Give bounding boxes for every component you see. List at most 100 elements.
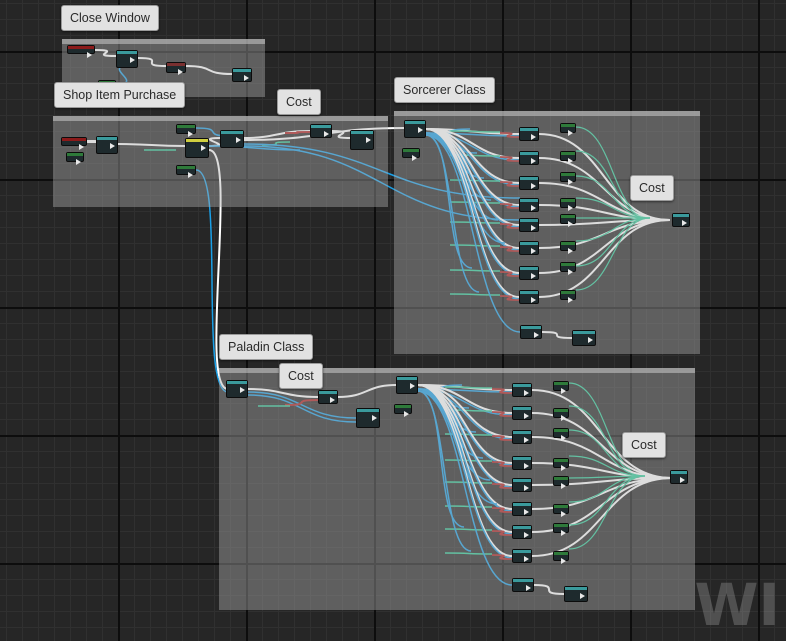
exec-pin-icon[interactable]: [130, 57, 135, 63]
exec-pin-icon[interactable]: [568, 221, 573, 227]
paladin-class-cost-node[interactable]: [553, 551, 569, 564]
sorcerer-branch-node[interactable]: [519, 127, 539, 141]
exec-pin-icon[interactable]: [404, 411, 409, 417]
exec-pin-icon[interactable]: [372, 415, 377, 421]
exec-pin-icon[interactable]: [568, 205, 573, 211]
comment-title-paladin-class[interactable]: Paladin Class: [219, 334, 314, 360]
exec-pin-icon[interactable]: [568, 158, 573, 164]
exec-pin-icon[interactable]: [524, 437, 529, 443]
exec-pin-icon[interactable]: [201, 145, 206, 151]
paladin-class-cost-node[interactable]: [553, 523, 569, 536]
exec-pin-icon[interactable]: [244, 75, 249, 81]
paladin-cost-node[interactable]: [318, 390, 338, 404]
exec-pin-icon[interactable]: [188, 131, 193, 137]
exec-pin-icon[interactable]: [524, 485, 529, 491]
exec-pin-icon[interactable]: [531, 225, 536, 231]
close-window-event-node[interactable]: [67, 45, 95, 58]
sorcerer-cost-node[interactable]: [560, 172, 576, 185]
paladin-class-output-node[interactable]: [670, 470, 688, 484]
exec-pin-icon[interactable]: [330, 397, 335, 403]
exec-pin-icon[interactable]: [561, 435, 566, 441]
exec-pin-icon[interactable]: [568, 269, 573, 275]
paladin-class-end-node[interactable]: [512, 578, 534, 592]
cost-label-paladin-top[interactable]: Cost: [279, 363, 323, 389]
close-window-function-node[interactable]: [116, 50, 138, 68]
exec-pin-icon[interactable]: [418, 127, 423, 133]
sorcerer-branch-node[interactable]: [519, 198, 539, 212]
paladin-class-cost-node[interactable]: [553, 428, 569, 441]
blueprint-graph-canvas[interactable]: Close Window Shop Item Purchase Sorcerer…: [0, 0, 786, 641]
paladin-class-branch-node[interactable]: [512, 549, 532, 563]
paladin-class-branch-node[interactable]: [512, 525, 532, 539]
comment-paladin-class[interactable]: [219, 368, 695, 610]
paladin-class-cost-node[interactable]: [553, 458, 569, 471]
exec-pin-icon[interactable]: [531, 297, 536, 303]
sorcerer-output-node[interactable]: [672, 213, 690, 227]
exec-pin-icon[interactable]: [531, 183, 536, 189]
exec-pin-icon[interactable]: [240, 387, 245, 393]
exec-pin-icon[interactable]: [561, 530, 566, 536]
paladin-class-branch-node[interactable]: [512, 478, 532, 492]
exec-pin-icon[interactable]: [561, 483, 566, 489]
exec-pin-icon[interactable]: [410, 383, 415, 389]
sorcerer-branch-node[interactable]: [519, 290, 539, 304]
exec-pin-icon[interactable]: [568, 130, 573, 136]
sorcerer-branch-node[interactable]: [519, 266, 539, 280]
exec-pin-icon[interactable]: [524, 463, 529, 469]
exec-pin-icon[interactable]: [531, 205, 536, 211]
purchase-branch-node[interactable]: [185, 138, 209, 158]
purchase-call-node[interactable]: [220, 130, 244, 148]
exec-pin-icon[interactable]: [526, 585, 531, 591]
sorcerer-cost-node[interactable]: [560, 262, 576, 275]
exec-pin-icon[interactable]: [531, 248, 536, 254]
exec-pin-icon[interactable]: [524, 556, 529, 562]
sorcerer-branch-node[interactable]: [519, 241, 539, 255]
exec-pin-icon[interactable]: [561, 388, 566, 394]
purchase-ref-node[interactable]: [66, 152, 84, 165]
close-window-remove-node[interactable]: [232, 68, 252, 82]
sorcerer-cost-node[interactable]: [560, 123, 576, 136]
exec-pin-icon[interactable]: [568, 179, 573, 185]
sorcerer-cost-node[interactable]: [560, 198, 576, 211]
exec-pin-icon[interactable]: [79, 144, 84, 150]
exec-pin-icon[interactable]: [531, 273, 536, 279]
cost-label-paladin[interactable]: Cost: [622, 432, 666, 458]
purchase-set-node[interactable]: [350, 130, 374, 150]
exec-pin-icon[interactable]: [534, 332, 539, 338]
exec-pin-icon[interactable]: [524, 413, 529, 419]
purchase-getter-node[interactable]: [176, 124, 196, 137]
exec-pin-icon[interactable]: [531, 158, 536, 164]
paladin-class-branch-node[interactable]: [512, 383, 532, 397]
paladin-class-final-node[interactable]: [564, 586, 588, 602]
sorcerer-cost-node[interactable]: [560, 290, 576, 303]
exec-pin-icon[interactable]: [568, 297, 573, 303]
exec-pin-icon[interactable]: [561, 511, 566, 517]
comment-title-sorcerer-class[interactable]: Sorcerer Class: [394, 77, 495, 103]
paladin-class-cost-node[interactable]: [553, 408, 569, 421]
exec-pin-icon[interactable]: [76, 159, 81, 165]
paladin-branch-start-node[interactable]: [396, 376, 418, 394]
exec-pin-icon[interactable]: [178, 69, 183, 75]
exec-pin-icon[interactable]: [682, 220, 687, 226]
exec-pin-icon[interactable]: [531, 134, 536, 140]
paladin-ref-node[interactable]: [394, 404, 412, 417]
paladin-class-cost-node[interactable]: [553, 476, 569, 489]
paladin-class-cost-node[interactable]: [553, 381, 569, 394]
exec-pin-icon[interactable]: [236, 137, 241, 143]
exec-pin-icon[interactable]: [580, 593, 585, 599]
exec-pin-icon[interactable]: [524, 509, 529, 515]
comment-title-shop-item-purchase[interactable]: Shop Item Purchase: [54, 82, 186, 108]
exec-pin-icon[interactable]: [188, 172, 193, 178]
sorcerer-end-node[interactable]: [520, 325, 542, 339]
exec-pin-icon[interactable]: [568, 248, 573, 254]
paladin-class-branch-node[interactable]: [512, 456, 532, 470]
exec-pin-icon[interactable]: [588, 337, 593, 343]
purchase-cost-node[interactable]: [310, 124, 332, 138]
comment-title-close-window[interactable]: Close Window: [61, 5, 159, 31]
exec-pin-icon[interactable]: [561, 465, 566, 471]
cost-label-sorcerer[interactable]: Cost: [630, 175, 674, 201]
exec-pin-icon[interactable]: [561, 415, 566, 421]
close-window-cast-node[interactable]: [166, 62, 186, 75]
exec-pin-icon[interactable]: [680, 477, 685, 483]
exec-pin-icon[interactable]: [524, 390, 529, 396]
